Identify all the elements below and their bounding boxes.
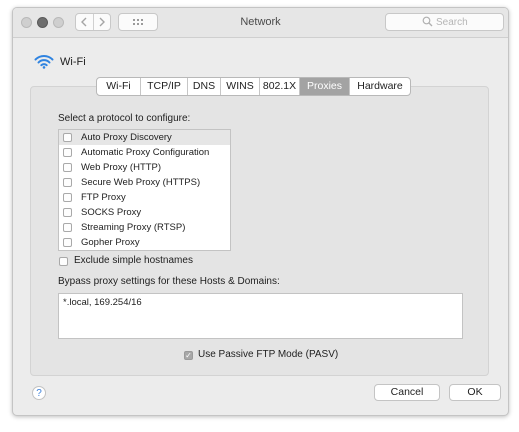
protocol-label: Streaming Proxy (RTSP)	[81, 222, 186, 233]
tab-hardware[interactable]: Hardware	[350, 78, 410, 95]
protocol-label: Auto Proxy Discovery	[81, 132, 172, 143]
help-button[interactable]: ?	[32, 386, 46, 400]
protocol-checkbox[interactable]	[63, 193, 72, 202]
network-window: Network Search Wi-Fi Wi-Fi TCP/IP DNS WI…	[12, 7, 509, 416]
passive-ftp-checkbox[interactable]: ✓	[184, 351, 193, 360]
title-bar: Network Search	[13, 8, 508, 38]
bypass-label: Bypass proxy settings for these Hosts & …	[58, 276, 280, 287]
tab-8021x[interactable]: 802.1X	[260, 78, 300, 95]
protocol-row-socks-proxy[interactable]: SOCKS Proxy	[59, 205, 230, 220]
tab-dns[interactable]: DNS	[188, 78, 221, 95]
cancel-button[interactable]: Cancel	[374, 384, 440, 401]
protocol-row-ftp-proxy[interactable]: FTP Proxy	[59, 190, 230, 205]
search-icon	[422, 16, 433, 27]
protocol-row-secure-web-proxy[interactable]: Secure Web Proxy (HTTPS)	[59, 175, 230, 190]
protocol-row-automatic-proxy-configuration[interactable]: Automatic Proxy Configuration	[59, 145, 230, 160]
protocol-label: Secure Web Proxy (HTTPS)	[81, 177, 201, 188]
protocol-label: Automatic Proxy Configuration	[81, 147, 210, 158]
protocol-row-auto-proxy-discovery[interactable]: Auto Proxy Discovery	[59, 130, 230, 145]
protocol-row-gopher-proxy[interactable]: Gopher Proxy	[59, 235, 230, 250]
search-placeholder: Search	[436, 17, 468, 28]
passive-ftp-label: Use Passive FTP Mode (PASV)	[198, 349, 339, 360]
protocol-checkbox[interactable]	[63, 163, 72, 172]
tab-tcpip[interactable]: TCP/IP	[141, 78, 188, 95]
protocol-checkbox[interactable]	[63, 148, 72, 157]
tab-wifi[interactable]: Wi-Fi	[97, 78, 141, 95]
protocol-checkbox[interactable]	[63, 238, 72, 247]
ok-button[interactable]: OK	[449, 384, 501, 401]
protocol-checkbox[interactable]	[63, 178, 72, 187]
protocol-list: Auto Proxy Discovery Automatic Proxy Con…	[58, 129, 231, 251]
wifi-icon	[34, 55, 54, 69]
protocol-select-label: Select a protocol to configure:	[58, 113, 191, 124]
protocol-checkbox[interactable]	[63, 208, 72, 217]
protocol-label: SOCKS Proxy	[81, 207, 142, 218]
bypass-hosts-field[interactable]: *.local, 169.254/16	[58, 293, 463, 339]
tab-proxies[interactable]: Proxies	[300, 78, 350, 95]
bypass-hosts-value: *.local, 169.254/16	[63, 297, 142, 308]
protocol-checkbox[interactable]	[63, 133, 72, 142]
protocol-label: FTP Proxy	[81, 192, 126, 203]
exclude-simple-hostnames-label: Exclude simple hostnames	[74, 255, 193, 266]
exclude-simple-hostnames-checkbox[interactable]	[59, 257, 68, 266]
protocol-checkbox[interactable]	[63, 223, 72, 232]
protocol-label: Web Proxy (HTTP)	[81, 162, 162, 173]
tab-bar: Wi-Fi TCP/IP DNS WINS 802.1X Proxies Har…	[96, 77, 411, 96]
tab-wins[interactable]: WINS	[221, 78, 260, 95]
protocol-row-streaming-proxy[interactable]: Streaming Proxy (RTSP)	[59, 220, 230, 235]
protocol-label: Gopher Proxy	[81, 237, 140, 248]
interface-name: Wi-Fi	[60, 56, 86, 68]
protocol-row-web-proxy[interactable]: Web Proxy (HTTP)	[59, 160, 230, 175]
search-field[interactable]: Search	[385, 13, 504, 31]
